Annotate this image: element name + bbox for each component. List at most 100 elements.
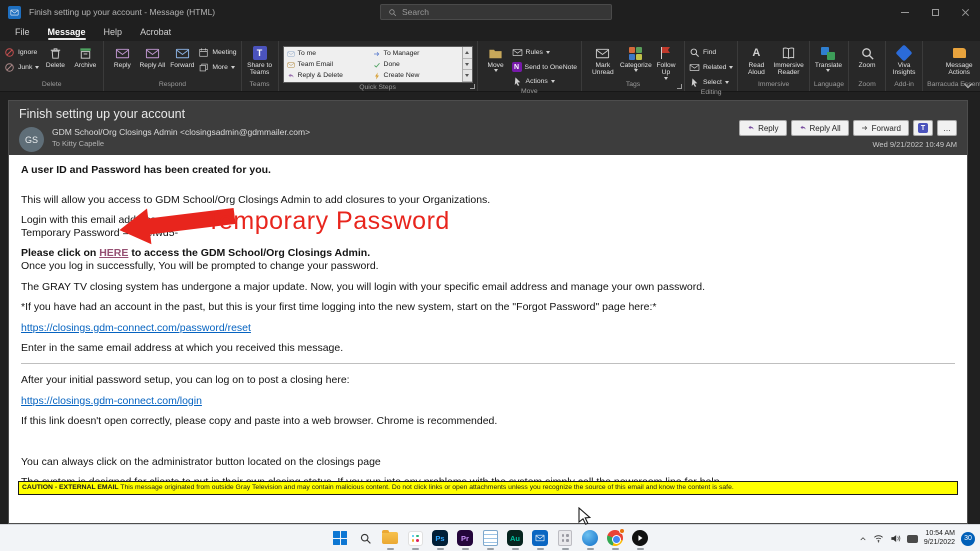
reply-all-button[interactable]: Reply All (138, 43, 166, 69)
tab-file[interactable]: File (6, 25, 39, 41)
categorize-icon (629, 47, 642, 60)
taskbar-search-button[interactable] (355, 528, 376, 549)
rules-button[interactable]: Rules (512, 47, 578, 58)
system-tray: 10:54 AM 9/21/2022 30 (859, 525, 975, 551)
quick-step-create-new[interactable]: Create New (373, 70, 459, 81)
quick-step-to-me[interactable]: To me (287, 48, 373, 59)
recipient-line: To Kitty Capelle (52, 139, 310, 148)
quick-step-done[interactable]: Done (373, 59, 459, 70)
follow-up-button[interactable]: Follow Up (652, 43, 680, 80)
reply-header-button[interactable]: Reply (739, 120, 786, 136)
immersive-reader-button[interactable]: Immersive Reader (772, 43, 804, 77)
photoshop-button[interactable]: Ps (430, 528, 451, 549)
skype-button[interactable] (580, 528, 601, 549)
collapse-ribbon-button[interactable] (965, 80, 972, 87)
share-to-teams-header-button[interactable]: T (913, 120, 933, 136)
archive-button[interactable]: Archive (71, 43, 99, 69)
ignore-button[interactable]: Ignore (4, 47, 39, 58)
send-to-onenote-button[interactable]: NSend to OneNote (512, 62, 578, 72)
forward-button[interactable]: Forward (168, 43, 196, 69)
more-actions-button[interactable]: … (937, 120, 957, 136)
viva-insights-button[interactable]: Viva Insights (890, 43, 918, 77)
share-to-teams-button[interactable]: TShare to Teams (246, 43, 274, 77)
junk-button[interactable]: Junk (4, 62, 39, 73)
reply-all-header-button[interactable]: Reply All (791, 120, 849, 136)
hidden-icons-chevron[interactable] (859, 535, 867, 543)
tab-help[interactable]: Help (95, 25, 132, 41)
book-icon (781, 46, 796, 61)
actions-button[interactable]: Actions (512, 76, 578, 87)
quick-step-reply-delete[interactable]: Reply & Delete (287, 70, 373, 81)
find-button[interactable]: Find (689, 47, 733, 58)
move-button[interactable]: Move (482, 43, 510, 72)
chevron-down-icon (725, 81, 729, 84)
body-paragraph: You can always click on the administrato… (21, 456, 955, 469)
notepad-button[interactable] (480, 528, 501, 549)
password-reset-link[interactable]: https://closings.gdm-connect.com/passwor… (21, 322, 251, 334)
premiere-button[interactable]: Pr (455, 528, 476, 549)
delete-button[interactable]: Delete (41, 43, 69, 69)
body-paragraph: After your initial password setup, you c… (21, 374, 955, 387)
start-button[interactable] (330, 528, 351, 549)
envelope-icon (287, 50, 295, 58)
scroll-down-button[interactable] (463, 59, 472, 71)
chevron-down-icon (551, 80, 555, 83)
search-input[interactable]: Search (380, 4, 612, 20)
translate-button[interactable]: Translate (814, 43, 843, 72)
select-button[interactable]: Select (689, 77, 733, 88)
close-button[interactable] (950, 0, 980, 24)
quick-step-to-manager[interactable]: To Manager (373, 48, 459, 59)
quick-steps-dialog-launcher[interactable] (470, 84, 475, 89)
calculator-button[interactable] (555, 528, 576, 549)
message-header: Finish setting up your account GS GDM Sc… (9, 101, 967, 155)
tab-acrobat[interactable]: Acrobat (131, 25, 180, 41)
read-aloud-button[interactable]: ARead Aloud (742, 43, 770, 77)
speaker-icon[interactable] (890, 533, 901, 544)
slack-button[interactable] (405, 528, 426, 549)
slack-icon (408, 531, 423, 546)
chevron-down-icon (35, 66, 39, 69)
outlook-button[interactable] (530, 528, 551, 549)
categorize-button[interactable]: Categorize (622, 43, 650, 72)
viva-insights-icon (896, 45, 913, 62)
clock[interactable]: 10:54 AM 9/21/2022 (924, 530, 955, 548)
scroll-up-button[interactable] (463, 47, 472, 59)
quick-step-team-email[interactable]: Team Email (287, 59, 373, 70)
message-actions-button[interactable]: Message Actions (941, 43, 977, 77)
lightning-icon (373, 72, 381, 80)
related-button[interactable]: Related (689, 62, 733, 73)
ribbon-group-delete: Ignore Junk Delete Archive Delete (0, 41, 104, 91)
meeting-button[interactable]: Meeting (198, 47, 236, 58)
body-paragraph: https://closings.gdm-connect.com/login (21, 395, 955, 408)
tray-app-icon[interactable] (907, 535, 918, 543)
tab-message[interactable]: Message (39, 25, 95, 41)
maximize-button[interactable] (920, 0, 950, 24)
media-player-button[interactable] (630, 528, 651, 549)
tags-dialog-launcher[interactable] (677, 84, 682, 89)
window-title: Finish setting up your account - Message… (29, 7, 215, 17)
arrow-right-icon (373, 50, 381, 58)
windows-logo-icon (333, 531, 347, 545)
mark-unread-button[interactable]: Mark Unread (586, 43, 620, 77)
minimize-button[interactable] (890, 0, 920, 24)
trash-icon (48, 46, 63, 61)
notification-badge[interactable]: 30 (961, 532, 975, 546)
audition-button[interactable]: Au (505, 528, 526, 549)
onenote-icon: N (512, 62, 522, 72)
message-pane: Finish setting up your account GS GDM Sc… (8, 100, 968, 524)
file-explorer-button[interactable] (380, 528, 401, 549)
login-link[interactable]: https://closings.gdm-connect.com/login (21, 395, 202, 407)
ellipsis-icon: … (943, 124, 951, 133)
ribbon-group-language: Translate Language (810, 41, 849, 91)
chevron-down-icon (546, 51, 550, 54)
sender-avatar[interactable]: GS (19, 127, 44, 152)
wifi-icon[interactable] (873, 533, 884, 544)
quick-steps-gallery: To me Team Email Reply & Delete To Manag… (283, 46, 473, 83)
forward-header-button[interactable]: Forward (853, 120, 909, 136)
zoom-button[interactable]: Zoom (853, 43, 881, 69)
gallery-more-button[interactable] (463, 70, 472, 82)
more-respond-button[interactable]: More (198, 62, 236, 73)
ribbon-group-teams: TShare to Teams Teams (242, 41, 279, 91)
chrome-button[interactable] (605, 528, 626, 549)
reply-button[interactable]: Reply (108, 43, 136, 69)
